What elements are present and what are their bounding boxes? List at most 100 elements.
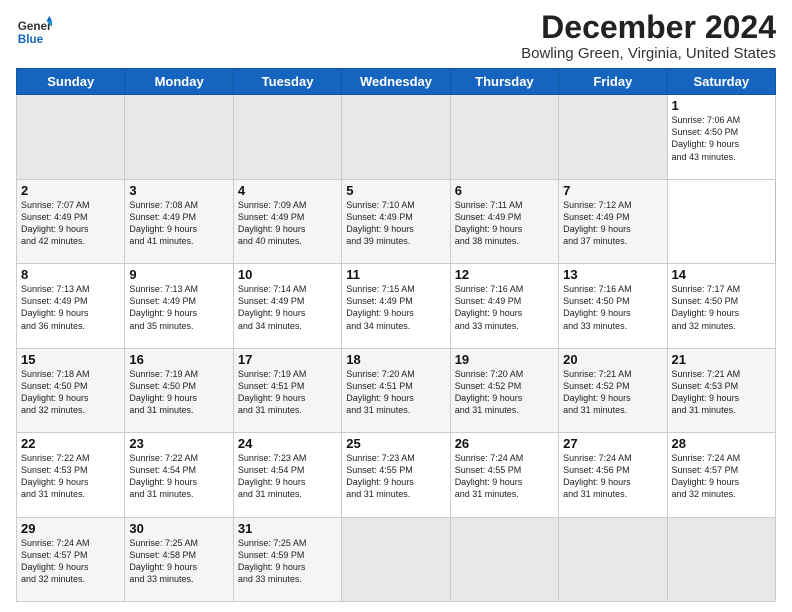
- page: General Blue December 2024 Bowling Green…: [0, 0, 792, 612]
- day-number: 22: [21, 436, 120, 451]
- day-number: 9: [129, 267, 228, 282]
- day-info: Sunrise: 7:16 AMSunset: 4:49 PMDaylight:…: [455, 284, 524, 330]
- day-info: Sunrise: 7:22 AMSunset: 4:54 PMDaylight:…: [129, 453, 198, 499]
- day-info: Sunrise: 7:08 AMSunset: 4:49 PMDaylight:…: [129, 200, 198, 246]
- header: General Blue December 2024 Bowling Green…: [16, 10, 776, 62]
- day-number: 17: [238, 352, 337, 367]
- day-number: 25: [346, 436, 445, 451]
- day-info: Sunrise: 7:06 AMSunset: 4:50 PMDaylight:…: [672, 115, 741, 161]
- day-number: 12: [455, 267, 554, 282]
- day-number: 3: [129, 183, 228, 198]
- calendar-day: 1 Sunrise: 7:06 AMSunset: 4:50 PMDaylight…: [667, 95, 775, 179]
- day-info: Sunrise: 7:07 AMSunset: 4:49 PMDaylight:…: [21, 200, 90, 246]
- day-info: Sunrise: 7:20 AMSunset: 4:52 PMDaylight:…: [455, 369, 524, 415]
- calendar-week-row: 1 Sunrise: 7:06 AMSunset: 4:50 PMDaylight…: [17, 95, 776, 179]
- day-info: Sunrise: 7:24 AMSunset: 4:57 PMDaylight:…: [672, 453, 741, 499]
- day-info: Sunrise: 7:23 AMSunset: 4:54 PMDaylight:…: [238, 453, 307, 499]
- weekday-header-row: SundayMondayTuesdayWednesdayThursdayFrid…: [17, 69, 776, 95]
- calendar-day: 17 Sunrise: 7:19 AMSunset: 4:51 PMDayligh…: [233, 348, 341, 432]
- weekday-header-saturday: Saturday: [667, 69, 775, 95]
- day-number: 13: [563, 267, 662, 282]
- day-info: Sunrise: 7:20 AMSunset: 4:51 PMDaylight:…: [346, 369, 415, 415]
- calendar-day: 14Sunrise: 7:17 AMSunset: 4:50 PMDayligh…: [667, 264, 775, 348]
- calendar-day: 12 Sunrise: 7:16 AMSunset: 4:49 PMDayligh…: [450, 264, 558, 348]
- calendar-day: [342, 517, 450, 601]
- calendar-day: 2 Sunrise: 7:07 AMSunset: 4:49 PMDaylight…: [17, 179, 125, 263]
- empty-cell: [17, 95, 125, 179]
- calendar-day: 21Sunrise: 7:21 AMSunset: 4:53 PMDayligh…: [667, 348, 775, 432]
- month-title: December 2024: [521, 10, 776, 45]
- day-number: 11: [346, 267, 445, 282]
- day-number: 8: [21, 267, 120, 282]
- day-info: Sunrise: 7:15 AMSunset: 4:49 PMDaylight:…: [346, 284, 415, 330]
- day-info: Sunrise: 7:10 AMSunset: 4:49 PMDaylight:…: [346, 200, 415, 246]
- day-number: 16: [129, 352, 228, 367]
- day-info: Sunrise: 7:13 AMSunset: 4:49 PMDaylight:…: [21, 284, 90, 330]
- calendar-day: 25 Sunrise: 7:23 AMSunset: 4:55 PMDayligh…: [342, 433, 450, 517]
- day-number: 26: [455, 436, 554, 451]
- calendar-day: 15Sunrise: 7:18 AMSunset: 4:50 PMDayligh…: [17, 348, 125, 432]
- day-info: Sunrise: 7:11 AMSunset: 4:49 PMDaylight:…: [455, 200, 523, 246]
- calendar-day: 4 Sunrise: 7:09 AMSunset: 4:49 PMDaylight…: [233, 179, 341, 263]
- day-info: Sunrise: 7:12 AMSunset: 4:49 PMDaylight:…: [563, 200, 632, 246]
- day-info: Sunrise: 7:19 AMSunset: 4:50 PMDaylight:…: [129, 369, 198, 415]
- calendar-day: 31 Sunrise: 7:25 AMSunset: 4:59 PMDayligh…: [233, 517, 341, 601]
- day-number: 23: [129, 436, 228, 451]
- day-number: 1: [672, 98, 771, 113]
- empty-cell: [559, 95, 667, 179]
- day-info: Sunrise: 7:23 AMSunset: 4:55 PMDaylight:…: [346, 453, 415, 499]
- day-info: Sunrise: 7:24 AMSunset: 4:57 PMDaylight:…: [21, 538, 90, 584]
- day-number: 31: [238, 521, 337, 536]
- calendar-week-row: 15Sunrise: 7:18 AMSunset: 4:50 PMDayligh…: [17, 348, 776, 432]
- day-number: 20: [563, 352, 662, 367]
- title-block: December 2024 Bowling Green, Virginia, U…: [521, 10, 776, 62]
- day-info: Sunrise: 7:22 AMSunset: 4:53 PMDaylight:…: [21, 453, 90, 499]
- calendar-day: 24Sunrise: 7:23 AMSunset: 4:54 PMDayligh…: [233, 433, 341, 517]
- logo-icon: General Blue: [16, 14, 52, 50]
- calendar-day: 30 Sunrise: 7:25 AMSunset: 4:58 PMDayligh…: [125, 517, 233, 601]
- calendar-day: 11 Sunrise: 7:15 AMSunset: 4:49 PMDayligh…: [342, 264, 450, 348]
- day-info: Sunrise: 7:18 AMSunset: 4:50 PMDaylight:…: [21, 369, 90, 415]
- weekday-header-wednesday: Wednesday: [342, 69, 450, 95]
- calendar-day: 7 Sunrise: 7:12 AMSunset: 4:49 PMDaylight…: [559, 179, 667, 263]
- calendar-day: 9Sunrise: 7:13 AMSunset: 4:49 PMDaylight…: [125, 264, 233, 348]
- calendar-day: 6 Sunrise: 7:11 AMSunset: 4:49 PMDaylight…: [450, 179, 558, 263]
- calendar-day: 8 Sunrise: 7:13 AMSunset: 4:49 PMDaylight…: [17, 264, 125, 348]
- calendar-week-row: 8 Sunrise: 7:13 AMSunset: 4:49 PMDaylight…: [17, 264, 776, 348]
- day-info: Sunrise: 7:25 AMSunset: 4:59 PMDaylight:…: [238, 538, 307, 584]
- weekday-header-friday: Friday: [559, 69, 667, 95]
- weekday-header-thursday: Thursday: [450, 69, 558, 95]
- day-number: 18: [346, 352, 445, 367]
- empty-cell: [233, 95, 341, 179]
- calendar-week-row: 29 Sunrise: 7:24 AMSunset: 4:57 PMDayligh…: [17, 517, 776, 601]
- day-number: 30: [129, 521, 228, 536]
- day-number: 10: [238, 267, 337, 282]
- day-info: Sunrise: 7:09 AMSunset: 4:49 PMDaylight:…: [238, 200, 307, 246]
- day-number: 7: [563, 183, 662, 198]
- day-number: 29: [21, 521, 120, 536]
- calendar-day: 23 Sunrise: 7:22 AMSunset: 4:54 PMDayligh…: [125, 433, 233, 517]
- day-info: Sunrise: 7:24 AMSunset: 4:56 PMDaylight:…: [563, 453, 632, 499]
- empty-cell: [125, 95, 233, 179]
- calendar-week-row: 22 Sunrise: 7:22 AMSunset: 4:53 PMDayligh…: [17, 433, 776, 517]
- logo: General Blue: [16, 14, 56, 50]
- calendar-day: 29 Sunrise: 7:24 AMSunset: 4:57 PMDayligh…: [17, 517, 125, 601]
- calendar-table: SundayMondayTuesdayWednesdayThursdayFrid…: [16, 68, 776, 602]
- empty-cell: [450, 95, 558, 179]
- calendar-week-row: 2 Sunrise: 7:07 AMSunset: 4:49 PMDaylight…: [17, 179, 776, 263]
- day-number: 2: [21, 183, 120, 198]
- day-info: Sunrise: 7:19 AMSunset: 4:51 PMDaylight:…: [238, 369, 307, 415]
- location: Bowling Green, Virginia, United States: [521, 45, 776, 62]
- day-number: 6: [455, 183, 554, 198]
- calendar-day: 13 Sunrise: 7:16 AMSunset: 4:50 PMDayligh…: [559, 264, 667, 348]
- calendar-day: [450, 517, 558, 601]
- day-info: Sunrise: 7:16 AMSunset: 4:50 PMDaylight:…: [563, 284, 632, 330]
- day-number: 14: [672, 267, 771, 282]
- calendar-day: 16 Sunrise: 7:19 AMSunset: 4:50 PMDayligh…: [125, 348, 233, 432]
- day-info: Sunrise: 7:25 AMSunset: 4:58 PMDaylight:…: [129, 538, 198, 584]
- day-info: Sunrise: 7:21 AMSunset: 4:52 PMDaylight:…: [563, 369, 632, 415]
- calendar-day: 28Sunrise: 7:24 AMSunset: 4:57 PMDayligh…: [667, 433, 775, 517]
- day-number: 4: [238, 183, 337, 198]
- empty-cell: [342, 95, 450, 179]
- day-number: 27: [563, 436, 662, 451]
